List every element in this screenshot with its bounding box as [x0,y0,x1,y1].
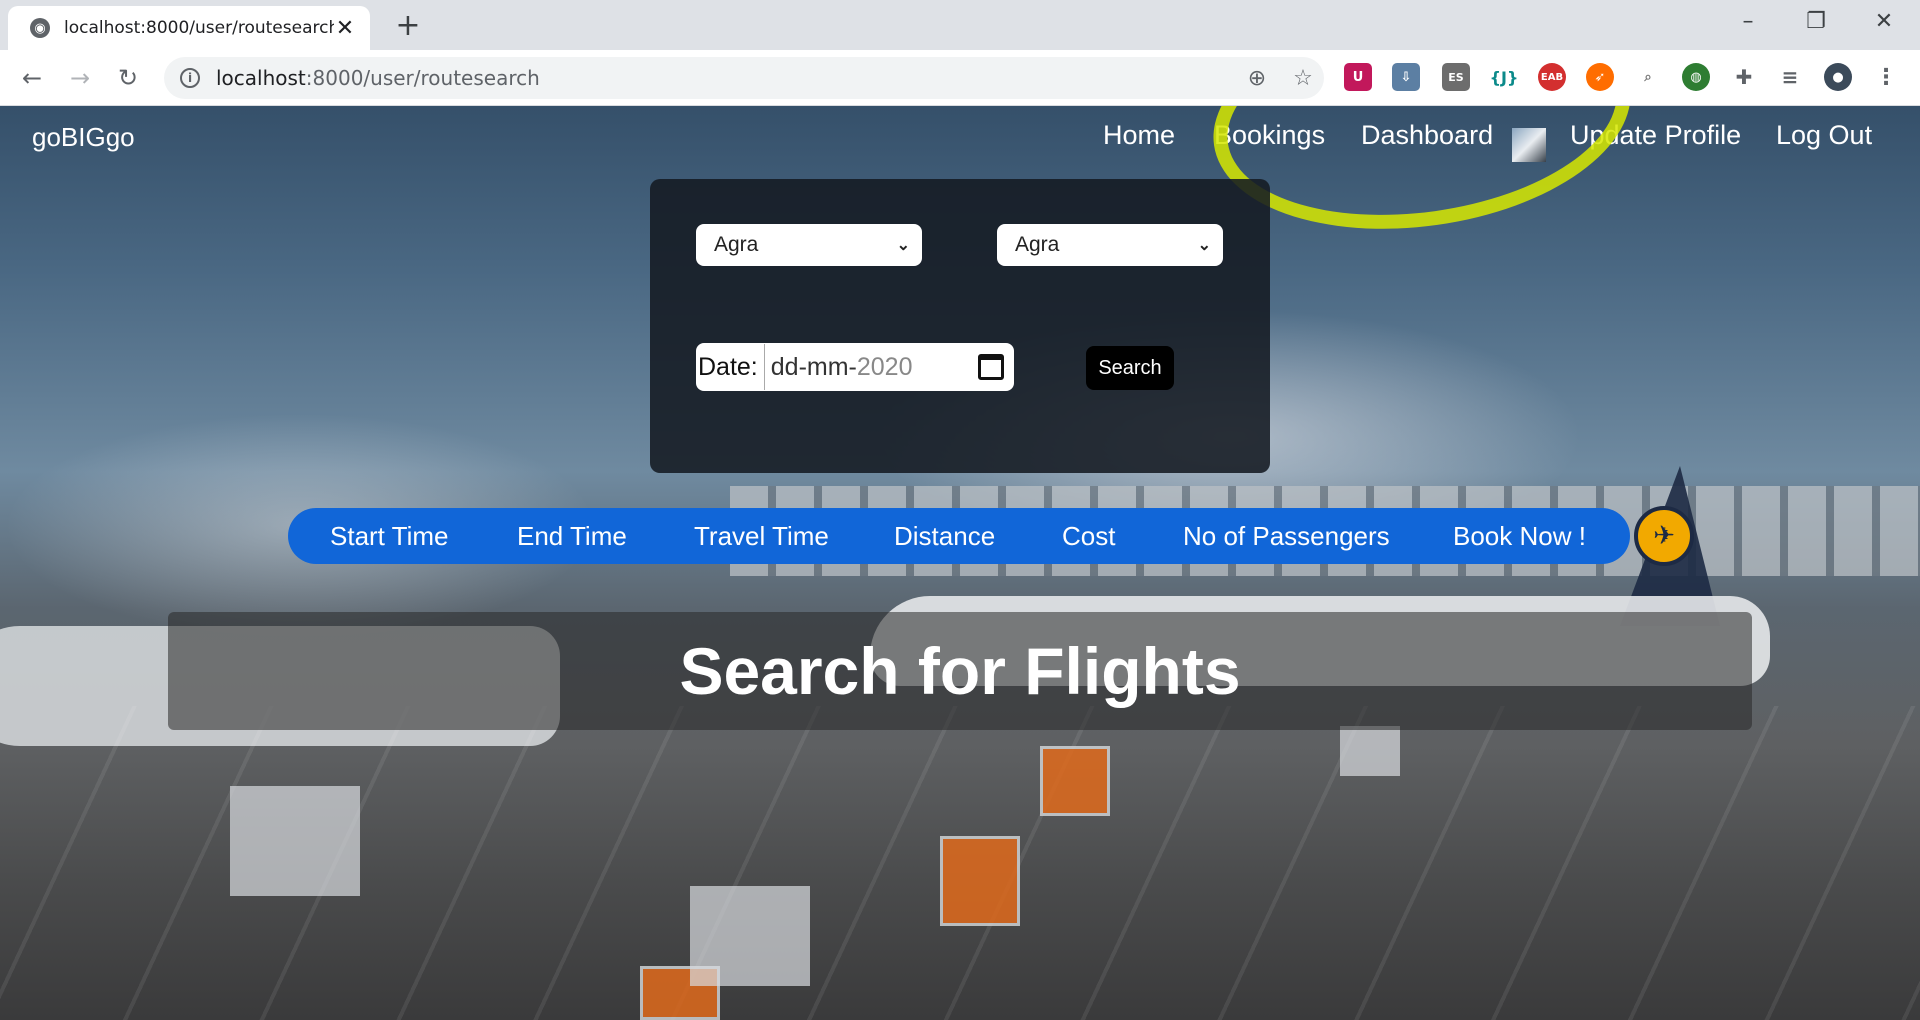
media-control-icon[interactable]: ≡ [1776,63,1804,91]
pocket-extension-icon[interactable]: U [1344,63,1372,91]
minimize-icon[interactable]: – [1720,2,1776,42]
close-window-icon[interactable]: ✕ [1856,2,1912,42]
nav-update-profile[interactable]: Update Profile [1570,120,1741,151]
reload-icon[interactable]: ↻ [110,60,146,96]
to-city-value: Agra [1015,233,1060,256]
tab-title: localhost:8000/user/routesearch [64,18,334,38]
nav-home[interactable]: Home [1103,120,1175,151]
new-tab-button[interactable]: + [390,8,426,44]
browser-tabstrip: ◉ localhost:8000/user/routesearch ✕ + – … [0,0,1920,50]
profile-avatar-icon[interactable]: ● [1824,63,1852,91]
swift-extension-icon[interactable]: ➶ [1586,63,1614,91]
bookmark-star-icon[interactable]: ☆ [1290,66,1316,92]
tab-close-icon[interactable]: ✕ [334,16,356,41]
chevron-down-icon: ⌄ [1197,237,1211,254]
date-label: Date: [698,352,758,381]
es-extension-icon[interactable]: ES [1442,63,1470,91]
avatar[interactable] [1512,128,1546,162]
extensions-puzzle-icon[interactable]: ✚ [1730,63,1758,91]
date-year: 2020 [856,352,913,381]
inspect-extension-icon[interactable]: ⌕ [1634,63,1662,91]
eab-extension-icon[interactable]: EAB [1538,63,1566,91]
nav-dashboard[interactable]: Dashboard [1361,120,1493,151]
heading-box: Search for Flights [168,612,1752,730]
to-city-select[interactable]: Agra ⌄ [997,224,1223,266]
column-travel-time: Travel Time [694,520,829,551]
address-bar[interactable]: i localhost:8000/user/routesearch ⊕ ☆ [164,57,1324,99]
column-cost: Cost [1062,520,1116,551]
date-input[interactable]: dd-mm-2020 [763,344,1014,390]
restore-icon[interactable]: ❐ [1788,2,1844,42]
site-info-icon[interactable]: i [180,68,200,88]
airline-logo-image: ✈ [1634,506,1694,566]
search-panel: Agra ⌄ Agra ⌄ Date: dd-mm-2020 Search [650,179,1270,473]
nav-logout[interactable]: Log Out [1776,120,1872,151]
browser-menu-icon[interactable]: ⋮ [1872,63,1900,91]
column-end-time: End Time [517,520,627,551]
date-field-wrapper: Date: dd-mm-2020 [696,343,1014,391]
globe-extension-icon[interactable]: ◍ [1682,63,1710,91]
calendar-icon[interactable] [978,354,1004,380]
page-title: Search for Flights [679,634,1241,708]
search-button[interactable]: Search [1086,346,1174,390]
from-city-value: Agra [714,233,759,256]
service-vehicle-image [230,786,360,896]
service-vehicle-image [1340,726,1400,776]
column-distance: Distance [894,520,996,551]
zoom-icon[interactable]: ⊕ [1244,66,1270,92]
globe-icon: ◉ [30,18,50,38]
page-background: goBIGgo Home Bookings Dashboard Update P… [0,106,1920,1020]
cargo-truck-image [1040,746,1110,816]
url-text: localhost:8000/user/routesearch [216,66,540,90]
cargo-truck-image [940,836,1020,926]
nav-bookings[interactable]: Bookings [1214,120,1325,151]
from-city-select[interactable]: Agra ⌄ [696,224,922,266]
brand-logo[interactable]: goBIGgo [32,122,135,153]
service-vehicle-image [690,886,810,986]
column-book-now: Book Now ! [1453,520,1586,551]
browser-tab[interactable]: ◉ localhost:8000/user/routesearch ✕ [8,6,370,50]
results-header-bar: Start Time End Time Travel Time Distance… [288,508,1630,564]
forward-icon[interactable]: → [62,60,98,96]
chevron-down-icon: ⌄ [896,237,910,254]
back-icon[interactable]: ← [14,60,50,96]
json-extension-icon[interactable]: {J} [1490,63,1518,91]
date-placeholder: dd-mm- [770,352,857,381]
download-extension-icon[interactable]: ⇩ [1392,63,1420,91]
browser-toolbar: ← → ↻ i localhost:8000/user/routesearch … [0,50,1920,106]
column-start-time: Start Time [330,520,449,551]
column-passengers: No of Passengers [1183,520,1390,551]
